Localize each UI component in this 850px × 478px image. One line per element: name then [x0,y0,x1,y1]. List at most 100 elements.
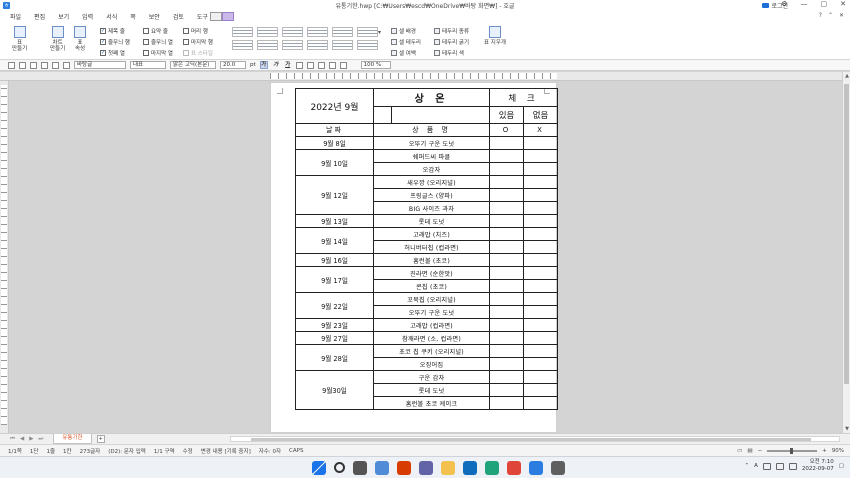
zoom-select[interactable]: 100 % [360,61,391,69]
date-cell[interactable]: 9월 28일 [295,344,374,371]
product-cell[interactable]: 오징어집 [372,357,491,371]
table-storage-header[interactable]: 상 온 [372,88,491,107]
collapse-ribbon-icon[interactable]: ⌃ [828,12,833,19]
menu-view[interactable]: 보기 [58,12,69,21]
table-month-header[interactable]: 2022년 9월 [295,88,374,124]
product-cell[interactable]: 홈런볼 (초코) [372,253,491,267]
help-icon[interactable]: ? [819,12,822,19]
none-check-cell[interactable] [523,175,559,189]
minimize-button[interactable]: — [801,0,808,8]
product-cell[interactable]: 롯데 도넛 [372,214,491,228]
have-check-cell[interactable] [489,201,525,215]
none-check-cell[interactable] [523,240,559,254]
expiry-table[interactable]: 2022년 9월 상 온 체 크 있음 없음 날짜 상 품 명 O X 9월 8… [295,88,559,410]
check-first-col[interactable]: ✓ 첫째 열 [100,49,130,57]
have-check-cell[interactable] [489,318,525,332]
have-check-cell[interactable] [489,279,525,293]
product-cell[interactable]: BIG 사이즈 과자 [372,201,491,215]
input-lang[interactable]: A [754,463,758,469]
table-have-header[interactable]: 있음 [489,106,525,124]
product-cell[interactable]: 프링글스 (양파) [372,188,491,202]
clock[interactable]: 오전 7:10 2022-09-07 [802,459,834,473]
lang-select[interactable]: 대표 [130,61,166,69]
add-tab-button[interactable]: + [96,435,105,443]
date-cell[interactable]: 9월 13일 [295,214,374,228]
product-cell[interactable]: 구운 감자 [372,370,491,384]
new-doc-icon[interactable] [8,61,15,69]
style-gallery-more-icon[interactable]: ▾ [378,29,381,36]
chrome-icon[interactable] [507,461,521,475]
have-check-cell[interactable] [489,240,525,254]
have-check-cell[interactable] [489,357,525,371]
print-icon[interactable] [41,61,48,69]
menu-edit[interactable]: 편집 [34,12,45,21]
check-stripe-row[interactable]: ✓ 줄무늬 행 [100,38,130,46]
hscroll-thumb[interactable] [251,438,811,441]
settings-icon[interactable]: ⚙ [781,0,787,8]
menu-file[interactable]: 파일 [10,12,21,21]
zoom-knob[interactable] [790,448,794,454]
store-icon[interactable] [551,461,565,475]
hangul-icon[interactable] [529,461,543,475]
none-check-cell[interactable] [523,227,559,241]
document-page[interactable]: 2022년 9월 상 온 체 크 있음 없음 날짜 상 품 명 O X 9월 8… [270,82,559,433]
check-head-row[interactable]: 머리 행 [183,27,213,35]
status-page[interactable]: 1/1쪽 [8,447,22,455]
border-width-button[interactable]: 테두리 굵기 [434,38,469,46]
have-check-cell[interactable] [489,188,525,202]
date-cell[interactable]: 9월 16일 [295,253,374,267]
open-icon[interactable] [19,61,26,69]
menu-review[interactable]: 검토 [173,12,184,21]
date-cell[interactable]: 9월 8일 [295,136,374,150]
italic-button[interactable]: 가 [272,61,280,69]
tray-chevron-icon[interactable]: ⌃ [744,463,749,469]
table-date-header[interactable]: 날짜 [295,123,374,137]
table-style-option[interactable] [307,27,328,37]
office-icon[interactable] [397,461,411,475]
date-cell[interactable]: 9월 22일 [295,292,374,319]
none-check-cell[interactable] [523,188,559,202]
have-check-cell[interactable] [489,305,525,319]
next-page-icon[interactable]: ▶ [29,436,33,443]
check-summary-row[interactable]: 요약 줄 [143,27,173,35]
scroll-up-icon[interactable]: ▲ [843,73,850,79]
sheet-tab[interactable]: 유통기한 [53,434,92,444]
menu-page[interactable]: 쪽 [130,12,136,21]
vertical-ruler[interactable] [0,81,9,433]
have-check-cell[interactable] [489,292,525,306]
border-type-button[interactable]: 테두리 종류 [434,27,469,35]
table-style-option[interactable] [232,40,253,50]
none-check-cell[interactable] [523,162,559,176]
volume-icon[interactable] [775,462,784,470]
explorer-icon[interactable] [441,461,455,475]
product-cell[interactable]: 새우깡 (오리지널) [372,175,491,189]
none-check-cell[interactable] [523,305,559,319]
have-check-cell[interactable] [489,162,525,176]
date-cell[interactable]: 9월 23일 [295,318,374,332]
zoom-in-icon[interactable]: + [822,448,827,454]
bold-button[interactable]: 가 [259,61,268,69]
menu-format[interactable]: 서식 [106,12,117,21]
table-o-mark[interactable]: O [489,123,525,137]
widgets-icon[interactable] [375,461,389,475]
table-style-option[interactable] [257,27,278,37]
zoom-slider[interactable] [767,448,818,454]
none-check-cell[interactable] [523,214,559,228]
have-check-cell[interactable] [489,214,525,228]
date-cell[interactable]: 9월 12일 [295,175,374,215]
product-cell[interactable]: 쉐퍼드씨 파클 [372,149,491,163]
check-last-row[interactable]: 마지막 행 [183,38,213,46]
battery-icon[interactable] [788,462,797,470]
status-edit[interactable]: 수정 [183,447,193,455]
maximize-button[interactable]: ▢ [821,0,828,8]
table-eraser-button[interactable]: 표 지우개 [484,26,506,46]
table-blank-cell[interactable] [390,106,491,124]
have-check-cell[interactable] [489,344,525,358]
table-tab[interactable] [209,11,222,21]
table-style-option[interactable] [332,27,353,37]
table-style-option[interactable] [357,40,378,50]
justify-icon[interactable] [339,61,347,69]
none-check-cell[interactable] [523,136,559,150]
have-check-cell[interactable] [489,396,525,410]
none-check-cell[interactable] [523,370,559,384]
